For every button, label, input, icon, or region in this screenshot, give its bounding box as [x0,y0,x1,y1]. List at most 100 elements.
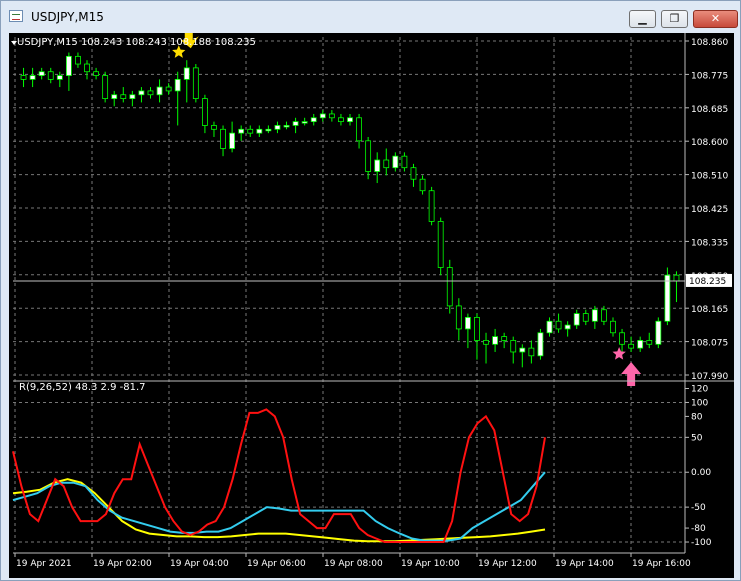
candle-body [111,94,118,99]
candle-body [202,98,208,126]
chart-canvas[interactable]: 108.860 108.775 108.685 108.600 108.510 108.4… [9,33,734,578]
candle-body [328,113,335,119]
candle-body [437,221,444,268]
indicator-scale-label: -100 [691,538,712,548]
maximize-button[interactable]: ❐ [661,10,688,28]
candle-body [383,159,390,169]
candle-body [637,340,644,349]
yellow-indicator-line [12,478,546,543]
candle-body [573,313,580,326]
candle-body [601,309,607,322]
candle-body [319,113,326,119]
candle-body [256,128,263,134]
candle-body [84,63,90,73]
candle-body [501,336,508,341]
candle-body [555,320,562,330]
candle-body [401,155,408,169]
minimize-button[interactable]: ▁ [629,10,656,28]
time-label: 19 Apr 10:00 [401,559,460,569]
candle-body [174,78,181,92]
candle-body [75,55,81,65]
price-label: 108.685 [691,105,728,115]
candle-body [138,90,145,96]
indicator-scale-label: 0.00 [691,468,711,478]
candle-body [192,67,199,99]
indicator-scale-label: 100 [691,398,708,408]
price-label: 108.335 [691,238,728,248]
candle-body [591,309,598,322]
candle-body [492,336,498,345]
candle-body [464,317,471,330]
time-label: 19 Apr 06:00 [247,559,306,569]
candle-body [673,274,680,282]
time-label: 19 Apr 02:00 [93,559,152,569]
candle-body [374,159,381,172]
candle-body [247,128,254,134]
candle-body [229,132,236,149]
candle-body [646,340,653,345]
chart-area[interactable]: 108.860 108.775 108.685 108.600 108.510 108.4… [9,33,734,578]
window-title: USDJPY,M15 [31,10,104,24]
price-label: 108.775 [691,71,728,81]
indicator-scale-label: 50 [691,433,703,443]
candle-body [446,267,453,307]
candle-body [102,75,109,99]
candle-body [129,94,136,99]
indicator-scale-label: 120 [691,384,708,394]
candle-body [564,324,571,330]
candle-body [419,178,426,192]
candle-body [664,274,671,322]
buy-arrow-icon [621,361,642,386]
red-indicator-line [12,408,546,543]
chart-window-icon [9,10,23,22]
candle-body [537,332,544,357]
terminal-window: USDJPY,M15 ▁ ❐ ✕ 108.860 108.775 108.685 10… [0,0,741,581]
buy-signal-star [612,347,626,360]
price-panel-header: USDJPY,M15 108.243 108.243 108.188 108.2… [17,37,256,48]
candle-body [156,86,163,96]
cyan-indicator-line [12,471,546,542]
time-label: 19 Apr 2021 [16,559,72,569]
indicator-scale-label: 80 [691,412,703,422]
candle-body [392,155,399,169]
title-bar[interactable]: USDJPY,M15 ▁ ❐ ✕ [1,1,740,33]
price-label: 108.510 [691,172,728,182]
candle-body [56,75,63,80]
candle-body [474,317,480,341]
signal-markers [172,33,642,386]
candle-body [183,67,190,80]
indicator-scale-label: -50 [691,503,706,513]
candle-body [628,343,635,349]
price-label: 108.425 [691,205,728,215]
candle-body [410,167,417,180]
time-label: 19 Apr 12:00 [478,559,537,569]
candle-body [619,332,625,345]
candle-body [238,128,245,134]
candle-body [546,320,553,334]
candlestick-series [20,52,680,368]
indicator-lines [12,408,546,543]
current-price-label: 108.235 [689,277,726,287]
price-label: 108.860 [691,38,728,48]
candle-body [274,125,281,130]
candle-body [310,117,317,123]
candle-body [65,55,72,76]
close-button[interactable]: ✕ [693,10,738,28]
candle-body [338,117,344,123]
candle-body [165,86,172,92]
time-label: 19 Apr 08:00 [324,559,383,569]
price-label: 108.165 [691,305,728,315]
candle-body [301,121,308,124]
candle-body [582,313,589,322]
candle-body [120,94,127,99]
candle-body [292,121,299,126]
candle-body [29,75,36,80]
candle-body [510,340,517,353]
price-label: 108.075 [691,339,728,349]
candle-body [211,125,217,130]
time-label: 19 Apr 04:00 [170,559,229,569]
candle-body [455,305,462,330]
candle-body [428,190,435,222]
candle-body [519,347,526,353]
candle-body [147,90,154,96]
